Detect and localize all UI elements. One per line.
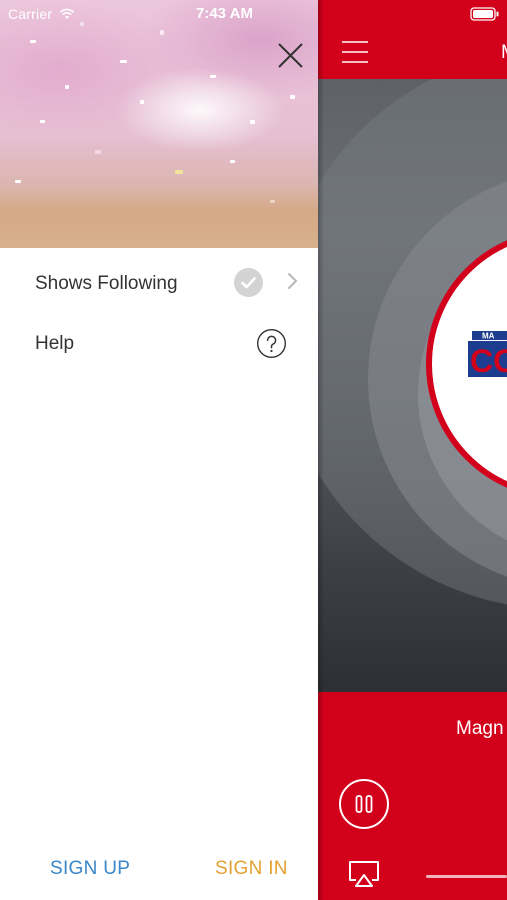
svg-text:MA: MA bbox=[482, 332, 495, 341]
carrier-label: Carrier bbox=[8, 6, 53, 22]
drawer-header-image bbox=[0, 0, 318, 248]
side-drawer: Carrier 7:43 AM Shows Following Help SIG… bbox=[0, 0, 318, 900]
player-controls-bar: Magn bbox=[318, 692, 507, 900]
menu-item-label: Help bbox=[35, 333, 75, 354]
checkmark-circle-icon bbox=[234, 268, 263, 297]
carrier-status: Carrier bbox=[8, 6, 75, 22]
pause-button[interactable] bbox=[338, 778, 390, 830]
station-artwork-area: MA CO bbox=[318, 79, 507, 692]
station-name: Magn bbox=[456, 718, 504, 739]
close-icon bbox=[278, 43, 303, 68]
airplay-icon[interactable] bbox=[347, 859, 381, 889]
station-logo: MA CO bbox=[468, 331, 507, 379]
chevron-right-icon bbox=[288, 273, 298, 289]
sign-up-button[interactable]: SIGN UP bbox=[50, 858, 130, 880]
volume-slider[interactable] bbox=[426, 875, 507, 878]
menu-item-shows-following[interactable]: Shows Following bbox=[0, 256, 318, 312]
svg-text:CO: CO bbox=[470, 343, 507, 379]
sign-in-button[interactable]: SIGN IN bbox=[215, 858, 288, 880]
status-time: 7:43 AM bbox=[196, 5, 253, 22]
battery-icon bbox=[470, 7, 499, 21]
wifi-icon bbox=[60, 8, 75, 19]
main-player-screen: M MA CO Magn bbox=[318, 0, 507, 900]
menu-item-label: Shows Following bbox=[35, 273, 178, 294]
crowd-silhouette bbox=[0, 188, 318, 248]
menu-item-help[interactable]: Help bbox=[0, 316, 318, 372]
player-top-bar: M bbox=[318, 0, 507, 79]
question-circle-icon bbox=[256, 328, 287, 359]
hamburger-menu-icon[interactable] bbox=[341, 40, 369, 64]
drawer-edge-shadow bbox=[318, 0, 324, 900]
close-drawer-button[interactable] bbox=[272, 38, 308, 74]
player-title: M bbox=[501, 42, 507, 64]
pause-icon bbox=[339, 779, 389, 829]
